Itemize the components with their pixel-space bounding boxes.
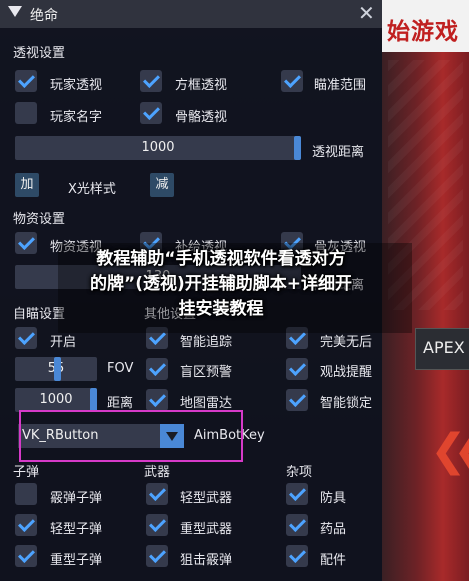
- label-heavy-ammo: 重型子弹: [50, 553, 103, 568]
- label-player-esp: 玩家透视: [50, 78, 103, 93]
- label-blind-spot-warning: 盲区预警: [180, 365, 233, 380]
- label-light-weapon: 轻型武器: [180, 491, 233, 506]
- checkbox-light-weapon[interactable]: [146, 483, 168, 505]
- highlight-box: [19, 410, 243, 462]
- label-aim-enable: 开启: [50, 335, 77, 350]
- checkbox-box-esp[interactable]: [140, 70, 162, 92]
- label-map-radar: 地图雷达: [180, 396, 233, 411]
- add-button[interactable]: 加: [15, 173, 39, 197]
- overlay-line-2: 的牌”(透视)开挂辅助脚本+详细开: [90, 274, 352, 294]
- esp-distance-value: 1000: [141, 140, 175, 155]
- esp-distance-slider[interactable]: 1000: [15, 136, 301, 160]
- label-sniper-shotgun: 狙击霰弹: [180, 553, 233, 568]
- label-heavy-weapon: 重型武器: [180, 522, 233, 537]
- overlay-headline: 教程辅助“手机透视软件看透对方 的牌”(透视)开挂辅助脚本+详细开 挂安装教程: [58, 247, 384, 322]
- chevron-left-icon: ❮❮: [430, 425, 469, 476]
- checkbox-aim-enable[interactable]: [15, 327, 37, 349]
- label-smart-track: 智能追踪: [180, 335, 233, 350]
- slider-grab-handle[interactable]: [54, 357, 61, 381]
- weapons-section-title: 武器: [144, 465, 171, 480]
- checkbox-aim-range[interactable]: [281, 70, 303, 92]
- label-skeleton-esp: 骨骼透视: [175, 110, 228, 125]
- checkbox-armor[interactable]: [286, 483, 308, 505]
- slider-grab-handle[interactable]: [90, 388, 97, 412]
- label-shotgun-ammo: 霰弹子弹: [50, 491, 103, 506]
- slider-grab-handle[interactable]: [294, 136, 301, 160]
- label-player-name: 玩家名字: [50, 110, 103, 125]
- checkbox-medicine[interactable]: [286, 514, 308, 536]
- checkbox-item-esp[interactable]: [15, 232, 37, 254]
- esp-section-title: 透视设置: [13, 46, 66, 61]
- items-section-title: 物资设置: [13, 212, 66, 227]
- checkbox-heavy-ammo[interactable]: [15, 545, 37, 567]
- close-icon[interactable]: ✕: [358, 1, 375, 25]
- overlay-line-3: 挂安装教程: [178, 299, 264, 319]
- checkbox-heavy-weapon[interactable]: [146, 514, 168, 536]
- checkbox-smart-lock[interactable]: [286, 389, 308, 411]
- checkbox-player-name[interactable]: [15, 102, 37, 124]
- aim-distance-value: 1000: [39, 392, 73, 407]
- aim-distance-slider[interactable]: 1000: [15, 388, 97, 412]
- checkbox-shotgun-ammo[interactable]: [15, 483, 37, 505]
- checkbox-light-ammo[interactable]: [15, 514, 37, 536]
- label-smart-lock: 智能锁定: [320, 396, 373, 411]
- label-no-recoil: 完美无后: [320, 335, 373, 350]
- bullets-section-title: 子弹: [13, 465, 40, 480]
- apex-label: APEX: [423, 338, 465, 357]
- subtract-button[interactable]: 减: [150, 173, 174, 197]
- checkbox-sniper-shotgun[interactable]: [146, 545, 168, 567]
- label-xray-style: X光样式: [68, 182, 116, 197]
- label-box-esp: 方框透视: [175, 78, 228, 93]
- label-esp-distance: 透视距离: [312, 145, 365, 160]
- apex-label-box: APEX: [415, 328, 469, 370]
- label-armor: 防具: [320, 491, 347, 506]
- checkbox-player-esp[interactable]: [15, 70, 37, 92]
- label-spectator-alert: 观战提醒: [320, 365, 373, 380]
- window-title: 绝命: [30, 8, 58, 24]
- label-aim-range: 瞄准范围: [314, 78, 367, 93]
- fov-slider[interactable]: 55: [15, 357, 97, 381]
- overlay-line-1: 教程辅助“手机透视软件看透对方: [96, 249, 346, 269]
- label-aim-distance: 距离: [107, 396, 134, 411]
- misc-section-title: 杂项: [286, 465, 313, 480]
- window-titlebar[interactable]: 绝命 ✕: [0, 0, 382, 28]
- checkbox-attachments[interactable]: [286, 545, 308, 567]
- game-title: 始游戏: [387, 19, 459, 45]
- label-light-ammo: 轻型子弹: [50, 522, 103, 537]
- checkbox-spectator-alert[interactable]: [286, 358, 308, 380]
- label-attachments: 配件: [320, 553, 347, 568]
- checkbox-skeleton-esp[interactable]: [140, 102, 162, 124]
- label-fov: FOV: [107, 361, 134, 376]
- label-medicine: 药品: [320, 522, 347, 537]
- triangle-down-icon[interactable]: [8, 6, 22, 17]
- checkbox-blind-spot-warning[interactable]: [146, 358, 168, 380]
- checkbox-map-radar[interactable]: [146, 389, 168, 411]
